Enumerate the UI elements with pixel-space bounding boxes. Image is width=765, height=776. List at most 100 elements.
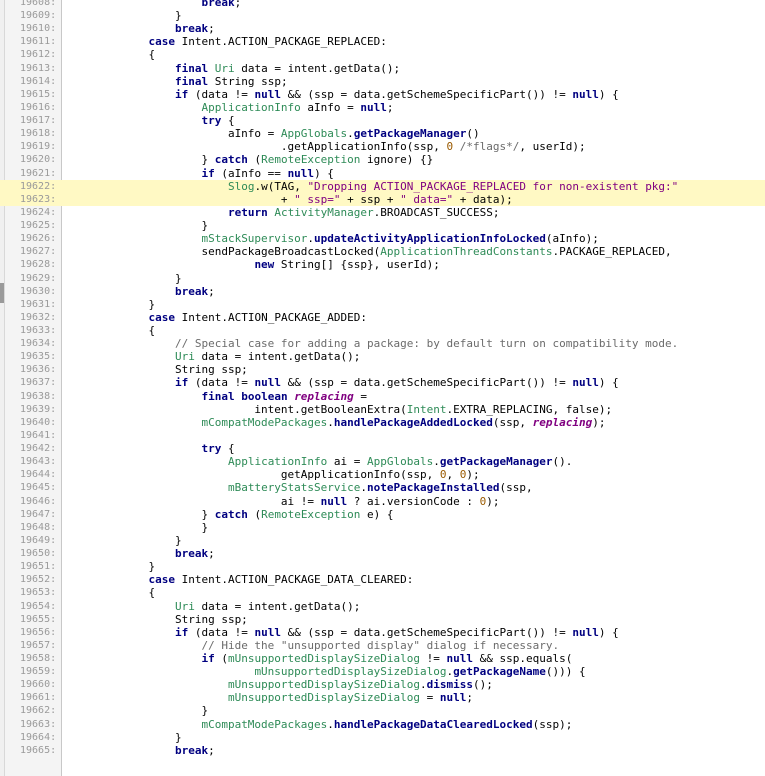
code-line[interactable]: 19613: final Uri data = intent.getData()…	[0, 62, 765, 75]
code-text: sendPackageBroadcastLocked(ApplicationTh…	[69, 245, 671, 258]
code-line[interactable]: 19608: break;	[0, 0, 765, 9]
code-token: final	[174, 61, 209, 75]
code-line[interactable]: 19625: }	[0, 219, 765, 232]
code-line[interactable]: 19612: {	[0, 48, 765, 61]
code-line[interactable]: 19657: // Hide the "unsupported display"…	[0, 639, 765, 652]
code-line[interactable]: 19609: }	[0, 9, 765, 22]
code-line[interactable]: 19631: }	[0, 298, 765, 311]
code-token: .	[420, 678, 427, 692]
code-line[interactable]: 19652: case Intent.ACTION_PACKAGE_DATA_C…	[0, 573, 765, 586]
code-token: }	[69, 9, 182, 23]
line-number: 19657:	[20, 639, 57, 651]
code-line[interactable]: 19645: mBatteryStatsService.notePackageI…	[0, 481, 765, 494]
code-line[interactable]: 19623: + " ssp=" + ssp + " data=" + data…	[0, 192, 765, 206]
code-token: null	[254, 625, 281, 639]
line-number: 19624:	[20, 206, 57, 218]
code-line[interactable]: 19626: mStackSupervisor.updateActivityAp…	[0, 232, 765, 245]
code-line[interactable]: 19653: {	[0, 586, 765, 599]
code-line[interactable]: 19663: mCompatModePackages.handlePackage…	[0, 718, 765, 731]
code-line[interactable]: 19624: return ActivityManager.BROADCAST_…	[0, 206, 765, 219]
code-line[interactable]: 19664: }	[0, 731, 765, 744]
code-line[interactable]: 19655: String ssp;	[0, 613, 765, 626]
code-line[interactable]: 19622: Slog.w(TAG, "Dropping ACTION_PACK…	[0, 179, 765, 193]
code-line[interactable]: 19661: mUnsupportedDisplaySizeDialog = n…	[0, 691, 765, 704]
code-token: if	[201, 166, 215, 180]
line-number: 19617:	[20, 115, 57, 127]
line-number: 19660:	[20, 679, 57, 691]
line-number: 19641:	[20, 429, 57, 441]
code-line[interactable]: 19620: } catch (RemoteException ignore) …	[0, 153, 765, 166]
code-token: String ssp;	[69, 612, 248, 626]
code-token: mUnsupportedDisplaySizeDialog	[227, 691, 421, 705]
code-line[interactable]: 19662: }	[0, 704, 765, 717]
code-line[interactable]: 19654: Uri data = intent.getData();	[0, 600, 765, 613]
code-line[interactable]: 19634: // Special case for adding a pack…	[0, 337, 765, 350]
code-line[interactable]: 19617: try {	[0, 114, 765, 127]
code-token: null	[254, 87, 281, 101]
code-token: mUnsupportedDisplaySizeDialog	[227, 678, 421, 692]
line-number: 19648:	[20, 521, 57, 533]
code-token: (aInfo);	[545, 232, 599, 246]
code-token: ();	[473, 678, 493, 692]
code-token: {	[69, 48, 156, 62]
code-line[interactable]: 19646: ai != null ? ai.versionCode : 0);	[0, 495, 765, 508]
code-token: !=	[420, 652, 447, 665]
code-line[interactable]: 19618: aInfo = AppGlobals.getPackageMana…	[0, 127, 765, 140]
code-token: break	[174, 22, 209, 36]
code-line[interactable]: 19660: mUnsupportedDisplaySizeDialog.dis…	[0, 678, 765, 691]
code-line[interactable]: 19641:	[0, 429, 765, 442]
code-line[interactable]: 19611: case Intent.ACTION_PACKAGE_REPLAC…	[0, 35, 765, 48]
code-line[interactable]: 19637: if (data != null && (ssp = data.g…	[0, 376, 765, 389]
code-token: (data !=	[188, 625, 255, 639]
code-token: handlePackageAddedLocked	[333, 415, 493, 429]
code-line[interactable]: 19628: new String[] {ssp}, userId);	[0, 258, 765, 271]
code-line[interactable]: 19642: try {	[0, 442, 765, 455]
code-token: return	[227, 205, 268, 219]
code-line[interactable]: 19643: ApplicationInfo ai = AppGlobals.g…	[0, 455, 765, 468]
code-line[interactable]: 19610: break;	[0, 22, 765, 35]
line-number: 19632:	[20, 311, 57, 323]
line-number: 19623:	[20, 193, 57, 205]
code-line[interactable]: 19619: .getApplicationInfo(ssp, 0 /*flag…	[0, 140, 765, 153]
code-line[interactable]: 19649: }	[0, 534, 765, 547]
code-line[interactable]: 19621: if (aInfo == null) {	[0, 167, 765, 180]
code-token: data = intent.getData();	[194, 599, 361, 613]
code-line[interactable]: 19650: break;	[0, 547, 765, 560]
line-number: 19612:	[20, 49, 57, 61]
code-editor[interactable]: 19608: break; 19609: } 19610: break; 19611:…	[0, 0, 765, 776]
code-text: mUnsupportedDisplaySizeDialog = null;	[69, 691, 473, 704]
code-token: {	[221, 442, 235, 456]
code-line[interactable]: 19648: }	[0, 521, 765, 534]
code-line[interactable]: 19635: Uri data = intent.getData();	[0, 350, 765, 363]
code-line[interactable]: 19638: final boolean replacing =	[0, 390, 765, 403]
code-token: try	[201, 442, 222, 456]
code-line[interactable]: 19614: final String ssp;	[0, 75, 765, 88]
code-line[interactable]: 19647: } catch (RemoteException e) {	[0, 508, 765, 521]
code-line[interactable]: 19616: ApplicationInfo aInfo = null;	[0, 101, 765, 114]
code-text: .getApplicationInfo(ssp, 0 /*flags*/, us…	[69, 140, 586, 153]
code-line[interactable]: 19659: mUnsupportedDisplaySizeDialog.get…	[0, 665, 765, 678]
code-line[interactable]: 19640: mCompatModePackages.handlePackage…	[0, 416, 765, 429]
code-token: +	[69, 192, 295, 206]
code-token: }	[69, 533, 182, 547]
code-line[interactable]: 19627: sendPackageBroadcastLocked(Applic…	[0, 245, 765, 258]
code-line[interactable]: 19636: String ssp;	[0, 363, 765, 376]
code-line[interactable]: 19656: if (data != null && (ssp = data.g…	[0, 626, 765, 639]
code-line[interactable]: 19633: {	[0, 324, 765, 337]
code-line[interactable]: 19615: if (data != null && (ssp = data.g…	[0, 88, 765, 101]
code-line[interactable]: 19639: intent.getBooleanExtra(Intent.EXT…	[0, 403, 765, 416]
code-line[interactable]: 19644: getApplicationInfo(ssp, 0, 0);	[0, 468, 765, 481]
code-line[interactable]: 19651: }	[0, 560, 765, 573]
code-line[interactable]: 19632: case Intent.ACTION_PACKAGE_ADDED:	[0, 311, 765, 324]
code-line[interactable]: 19665: break;	[0, 744, 765, 757]
code-line[interactable]: 19630: break;	[0, 285, 765, 298]
code-line[interactable]: 19658: if (mUnsupportedDisplaySizeDialog…	[0, 652, 765, 665]
code-line[interactable]: 19629: }	[0, 272, 765, 285]
